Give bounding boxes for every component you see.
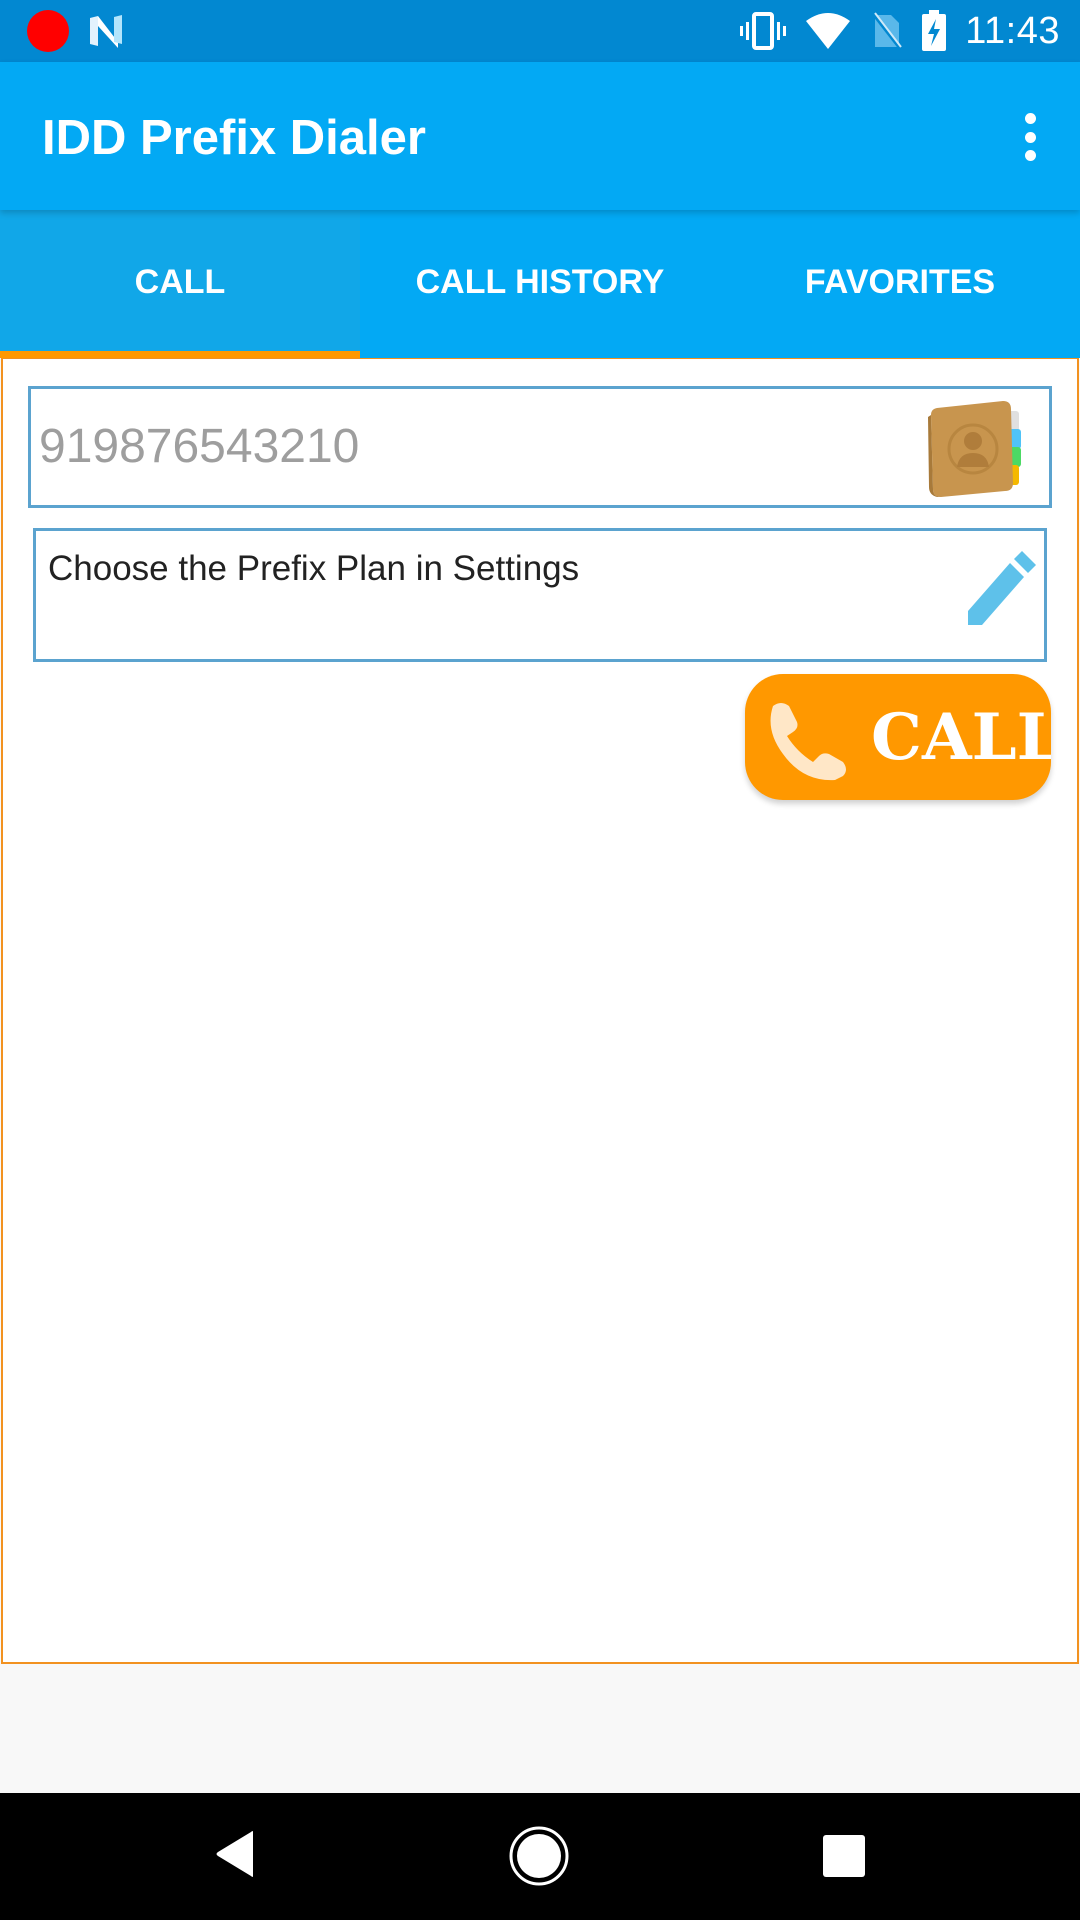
wifi-icon bbox=[806, 13, 851, 49]
more-vert-icon bbox=[1024, 113, 1036, 124]
clock: 11:43 bbox=[965, 9, 1060, 52]
record-indicator-icon bbox=[27, 10, 69, 52]
call-button-label: CALL bbox=[871, 700, 1051, 775]
no-sim-icon bbox=[871, 11, 903, 51]
edit-pencil-icon[interactable] bbox=[964, 549, 1036, 625]
back-icon[interactable] bbox=[215, 1830, 257, 1878]
phone-number-placeholder: 919876543210 bbox=[39, 420, 360, 473]
tab-bar: CALL CALL HISTORY FAVORITES bbox=[0, 210, 1080, 358]
phone-handset-icon bbox=[770, 703, 846, 781]
battery-charging-icon bbox=[922, 10, 947, 51]
phone-number-input[interactable]: 919876543210 bbox=[28, 386, 1052, 508]
home-icon[interactable] bbox=[509, 1826, 569, 1886]
app-title: IDD Prefix Dialer bbox=[42, 111, 426, 165]
more-vert-icon-dot bbox=[1024, 131, 1036, 143]
system-nav-bar bbox=[0, 1793, 1080, 1920]
tab-call-history[interactable]: CALL HISTORY bbox=[360, 210, 720, 355]
tab-favorites[interactable]: FAVORITES bbox=[720, 210, 1080, 355]
call-button[interactable]: CALL bbox=[745, 674, 1051, 800]
status-bar: 11:43 bbox=[0, 0, 1080, 62]
n-notification-icon bbox=[90, 15, 122, 48]
more-options-button[interactable] bbox=[1010, 107, 1050, 167]
app-bar: IDD Prefix Dialer bbox=[0, 62, 1080, 210]
more-vert-icon-dot bbox=[1024, 150, 1036, 161]
recents-icon[interactable] bbox=[823, 1835, 865, 1877]
tab-call[interactable]: CALL bbox=[0, 210, 360, 358]
contacts-book-icon[interactable] bbox=[923, 397, 1033, 497]
vibrate-icon bbox=[740, 12, 787, 50]
prefix-plan-text: Choose the Prefix Plan in Settings bbox=[48, 549, 580, 588]
prefix-plan-box[interactable]: Choose the Prefix Plan in Settings bbox=[33, 528, 1047, 662]
